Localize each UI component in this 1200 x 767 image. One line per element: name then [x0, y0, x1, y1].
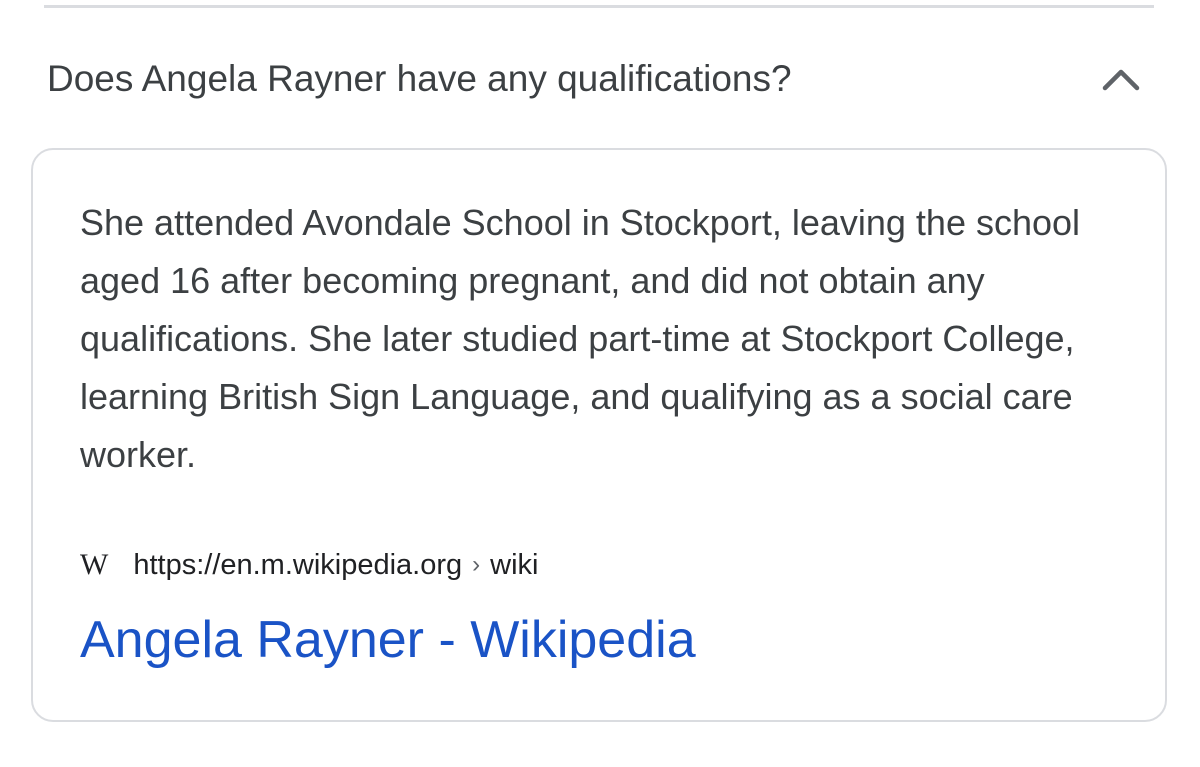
answer-card: She attended Avondale School in Stockpor…	[31, 148, 1167, 722]
wikipedia-icon: W	[80, 548, 108, 581]
source-path: wiki	[490, 548, 539, 581]
result-title-link[interactable]: Angela Rayner - Wikipedia	[80, 608, 696, 672]
source-url: https://en.m.wikipedia.org	[133, 548, 463, 581]
collapse-toggle-button[interactable]	[1090, 48, 1152, 110]
top-divider	[44, 5, 1154, 8]
breadcrumb-separator: ›	[472, 551, 481, 578]
question-title[interactable]: Does Angela Rayner have any qualificatio…	[47, 48, 792, 110]
chevron-up-icon	[1102, 69, 1140, 91]
accordion-header[interactable]: Does Angela Rayner have any qualificatio…	[0, 48, 1200, 110]
answer-snippet: She attended Avondale School in Stockpor…	[80, 202, 1081, 475]
source-citation[interactable]: W https://en.m.wikipedia.org › wiki	[80, 543, 539, 587]
